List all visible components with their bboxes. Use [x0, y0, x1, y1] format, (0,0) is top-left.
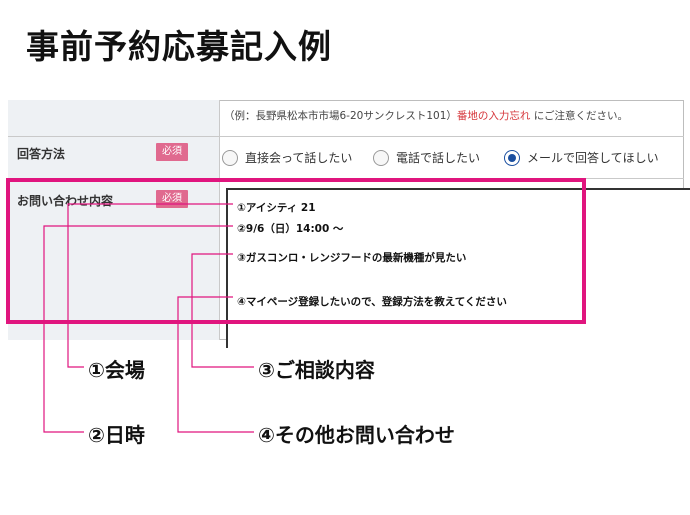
highlight-frame [6, 178, 586, 324]
radio-meet-in-person[interactable]: 直接会って話したい [222, 149, 352, 166]
radio-button[interactable] [373, 149, 389, 166]
contact-method-label: 回答方法 [17, 147, 66, 161]
required-badge: 必須 [156, 143, 188, 161]
radio-email[interactable]: メールで回答してほしい [504, 149, 659, 166]
example-note-suffix: にご注意ください。 [533, 110, 629, 122]
radio-label: 直接会って話したい [245, 151, 353, 165]
callout-datetime: ②日時 [88, 423, 145, 447]
address-example-note: （例：長野県松本市市場6-20サンクレスト101）番地の入力忘れ にご注意くださ… [224, 108, 628, 123]
radio-button-selected[interactable] [504, 149, 520, 166]
row-divider [8, 136, 684, 137]
example-note-warning: 番地の入力忘れ [456, 110, 531, 122]
callout-consultation: ③ご相談内容 [258, 358, 375, 382]
radio-button[interactable] [222, 149, 238, 166]
page-title: 事前予約応募記入例 [26, 27, 332, 66]
radio-label: メールで回答してほしい [527, 151, 659, 165]
callout-venue: ①会場 [88, 358, 145, 382]
callout-other-inquiry: ④その他お問い合わせ [258, 423, 455, 447]
radio-label: 電話で話したい [396, 151, 481, 165]
example-note-prefix: （例：長野県松本市市場6-20サンクレスト101） [224, 110, 457, 122]
radio-phone[interactable]: 電話で話したい [373, 149, 480, 166]
